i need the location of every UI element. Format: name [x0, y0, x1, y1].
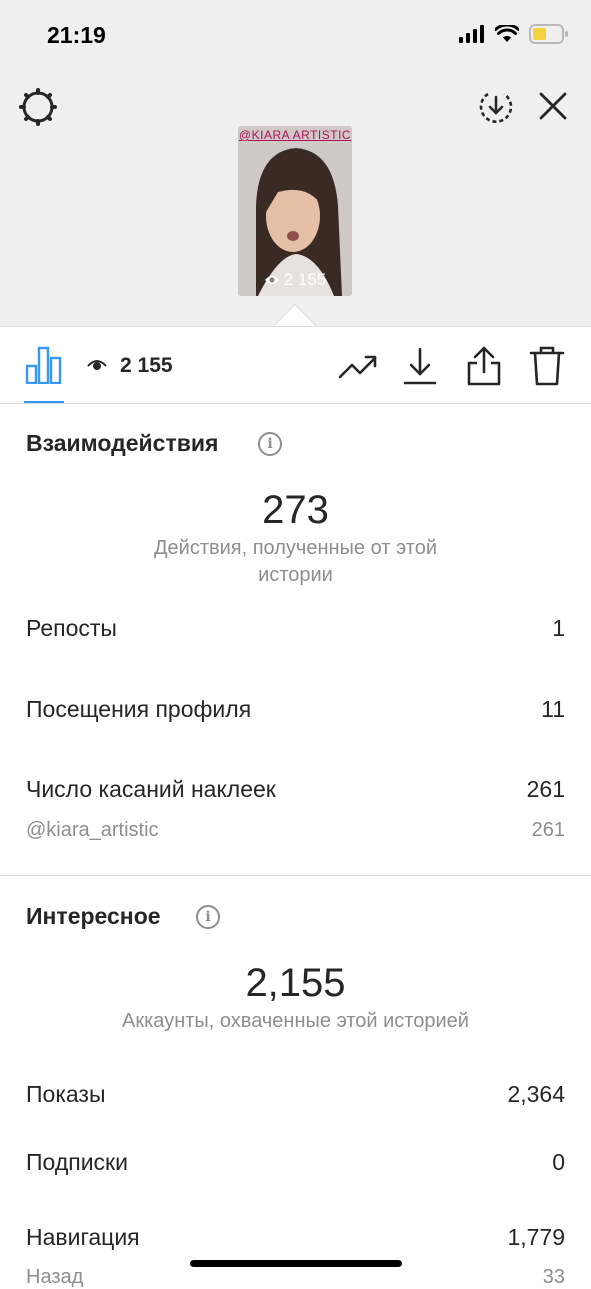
bar-chart-icon [25, 346, 62, 384]
tab-insights[interactable] [24, 345, 64, 385]
stat-label: Навигация [26, 1224, 140, 1250]
interactions-total: 273 [262, 488, 329, 532]
download-button[interactable] [401, 345, 439, 387]
stat-value: 0 [552, 1149, 565, 1175]
section-divider [0, 875, 591, 876]
stat-value: 261 [526, 776, 565, 802]
signal-icon [459, 25, 484, 43]
close-button[interactable] [535, 88, 571, 124]
story-mention-tag: @KIARA ARTISTIC [238, 128, 352, 142]
share-icon [467, 346, 501, 386]
viewers-count[interactable]: 2 155 [120, 354, 173, 378]
stat-value: 11 [541, 696, 565, 722]
eye-icon [264, 276, 279, 284]
home-indicator[interactable] [190, 1260, 402, 1267]
discovery-caption: Аккаунты, охваченные этой историей [122, 1010, 469, 1032]
wifi-icon [495, 25, 519, 42]
trending-up-icon [338, 355, 377, 379]
story-view-count-value: 2 155 [283, 270, 327, 289]
stat-row-back: Назад 33 [26, 1266, 565, 1289]
viewers-eye[interactable] [86, 356, 108, 374]
stat-label: Назад [26, 1266, 84, 1288]
stat-row-navigation: Навигация 1,779 [26, 1224, 565, 1251]
stat-row-profile-visits: Посещения профиля 11 [26, 696, 565, 723]
active-tab-indicator [24, 401, 64, 403]
stat-row-reposts: Репосты 1 [26, 615, 565, 642]
interactions-title: Взаимодействия [26, 430, 219, 456]
share-button[interactable] [464, 344, 504, 388]
stat-label: Посещения профиля [26, 696, 252, 722]
stat-row-sticker-taps: Число касаний наклеек 261 [26, 776, 565, 803]
close-icon [539, 92, 567, 120]
gear-icon [19, 88, 57, 126]
stat-label: Репосты [26, 615, 117, 641]
stat-row-sticker-mention[interactable]: @kiara_artistic 261 [26, 819, 565, 842]
stat-value: 1,779 [507, 1224, 565, 1250]
stat-row-impressions: Показы 2,364 [26, 1081, 565, 1108]
download-icon [403, 347, 437, 385]
download-circle-icon [479, 92, 513, 123]
stat-value: 33 [542, 1266, 565, 1288]
stat-label: Показы [26, 1081, 106, 1107]
interactions-caption: Действия, полученные от этой истории [153, 537, 437, 586]
discovery-title: Интересное [26, 903, 161, 929]
stat-label: Подписки [26, 1149, 128, 1175]
delete-button[interactable] [527, 344, 567, 388]
story-view-count: 2 155 [238, 270, 352, 290]
eye-icon [87, 360, 107, 370]
discovery-total: 2,155 [245, 961, 346, 1005]
stat-value: 2,364 [507, 1081, 565, 1107]
stat-row-follows: Подписки 0 [26, 1149, 565, 1176]
promote-button[interactable] [338, 349, 378, 383]
stat-label: @kiara_artistic [26, 819, 159, 841]
info-icon[interactable]: i [258, 432, 282, 456]
stat-label: Число касаний наклеек [26, 776, 276, 802]
battery-icon [529, 24, 568, 44]
info-icon[interactable]: i [196, 905, 220, 929]
stat-value: 261 [531, 819, 565, 841]
save-story-button[interactable] [477, 88, 515, 126]
status-icons [459, 24, 569, 44]
story-thumbnail[interactable]: @KIARA ARTISTIC 2 155 [238, 126, 352, 296]
trash-icon [529, 346, 565, 386]
status-time: 21:19 [47, 22, 106, 48]
stat-value: 1 [552, 615, 565, 641]
settings-button[interactable] [17, 86, 59, 128]
